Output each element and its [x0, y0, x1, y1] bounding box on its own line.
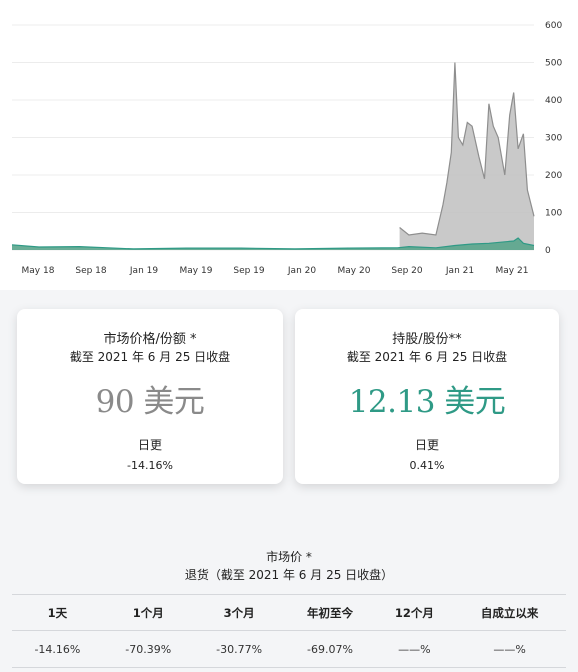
y-tick-label: 100: [545, 209, 562, 219]
series-area-0: [399, 62, 534, 250]
market-price-value: 90 美元: [95, 384, 205, 420]
nav-title: 持股/股份**: [392, 332, 462, 347]
returns-header-1m: 1个月: [102, 594, 194, 631]
returns-value-12m: ——%: [375, 630, 454, 668]
y-tick-label: 600: [545, 21, 562, 31]
market-price-change-label: 日更: [137, 438, 162, 452]
chart-area: 600 500 400 300 200 100 0 May 18 Sep 18 Jan 19 Ma…: [0, 0, 578, 290]
y-tick-label: 300: [545, 134, 562, 144]
x-tick-label: Jan 19: [129, 266, 158, 276]
returns-value-1d: -14.16%: [12, 630, 103, 668]
returns-value-ytd: -69.07%: [284, 630, 376, 668]
x-tick-label: Sep 19: [233, 266, 265, 276]
market-price-date: 截至 2021 年 6 月 25 日收盘: [69, 350, 231, 364]
x-tick-label: Sep 18: [75, 266, 107, 276]
returns-header-12m: 12个月: [375, 594, 454, 631]
returns-value-1m: -70.39%: [102, 630, 194, 668]
market-price-change-value: -14.16%: [127, 459, 173, 472]
nav-change-label: 日更: [414, 438, 439, 452]
nav-date: 截至 2021 年 6 月 25 日收盘: [346, 350, 508, 364]
y-tick-label: 200: [545, 171, 562, 181]
y-tick-label: 400: [545, 96, 562, 106]
x-tick-label: May 20: [338, 266, 371, 276]
returns-value-3m: -30.77%: [193, 630, 285, 668]
x-tick-label: May 21: [496, 266, 529, 276]
nav-card: 持股/股份** 截至 2021 年 6 月 25 日收盘 12.13 美元 日更…: [295, 309, 559, 484]
x-tick-label: Jan 20: [287, 266, 316, 276]
returns-header-inception: 自成立以来: [453, 594, 566, 631]
returns-subtitle: 退货（截至 2021 年 6 月 25 日收盘）: [184, 568, 394, 582]
market-price-card: 市场价格/份额 * 截至 2021 年 6 月 25 日收盘 90 美元 日更 …: [17, 309, 283, 484]
y-tick-label: 0: [545, 246, 551, 256]
x-tick-label: Sep 20: [391, 266, 423, 276]
returns-header-3m: 3个月: [193, 594, 285, 631]
returns-value-row: -14.16% -70.39% -30.77% -69.07% ——% ——%: [12, 630, 566, 668]
returns-title: 市场价 *: [266, 550, 312, 564]
returns-header-ytd: 年初至今: [284, 594, 376, 631]
returns-header-1d: 1天: [12, 594, 103, 631]
x-tick-label: May 18: [22, 266, 55, 276]
nav-value: 12.13 美元: [348, 384, 506, 420]
price-chart: 600 500 400 300 200 100 0 May 18 Sep 18 Jan 19 Ma…: [11, 21, 562, 276]
x-tick-label: Jan 21: [445, 266, 474, 276]
x-tick-label: May 19: [180, 266, 213, 276]
y-tick-label: 500: [545, 59, 562, 69]
returns-table: 1天 1个月 3个月 年初至今 12个月 自成立以来 -14.16% -70.3…: [12, 594, 566, 668]
nav-change-value: 0.41%: [409, 459, 445, 472]
returns-header-row: 1天 1个月 3个月 年初至今 12个月 自成立以来: [12, 594, 566, 631]
returns-value-inception: ——%: [453, 630, 566, 668]
market-price-title: 市场价格/份额 *: [103, 332, 197, 347]
